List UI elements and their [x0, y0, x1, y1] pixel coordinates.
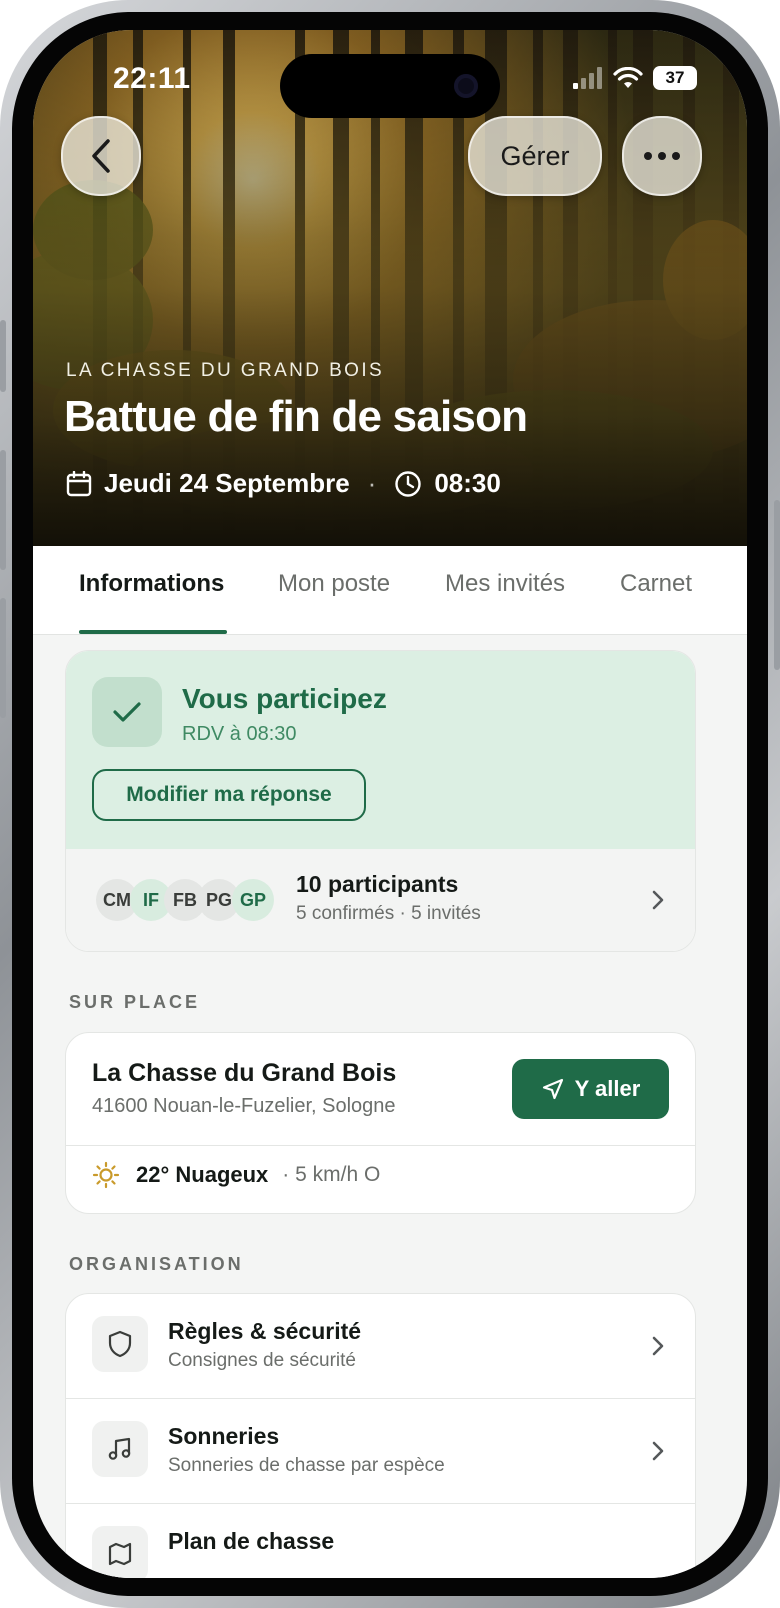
org-icon-box: [92, 1421, 148, 1477]
wifi-icon: [613, 67, 643, 88]
org-item-subtitle: Sonneries de chasse par espèce: [168, 1455, 445, 1476]
tab-mon-poste[interactable]: Mon poste: [278, 570, 390, 598]
avatar: GP: [232, 879, 274, 921]
tab-informations[interactable]: Informations: [79, 570, 224, 598]
navigation-arrow-icon: [542, 1078, 563, 1100]
org-item-regles-securite[interactable]: Règles & sécurité Consignes de sécurité: [66, 1294, 695, 1398]
avatar-stack: CM IF FB PG GP: [96, 879, 276, 921]
battery-indicator: 37: [653, 66, 697, 90]
participation-status: Vous participez RDV à 08:30 Modifier ma …: [66, 651, 695, 849]
chevron-right-icon: [652, 1441, 664, 1461]
tab-mes-invites[interactable]: Mes invités: [445, 570, 565, 598]
manage-button[interactable]: Gérer: [468, 116, 602, 196]
divider: [66, 1145, 695, 1146]
volume-down-button: [0, 598, 6, 718]
status-icons: 37: [573, 66, 697, 90]
org-icon-box: [92, 1316, 148, 1372]
place-name: La Chasse du Grand Bois: [92, 1059, 397, 1087]
shield-icon: [108, 1330, 132, 1358]
status-time: 22:11: [113, 62, 191, 95]
place-address: 41600 Nouan-le-Fuzelier, Sologne: [92, 1095, 396, 1117]
weather-row: 22° Nuageux · 5 km/h O: [92, 1161, 380, 1189]
event-time: 08:30: [434, 468, 501, 498]
volume-up-button: [0, 450, 6, 570]
org-item-title: Sonneries: [168, 1423, 280, 1449]
ellipsis-icon: [644, 152, 680, 160]
check-badge: [92, 677, 162, 747]
event-date: Jeudi 24 Septembre: [104, 468, 350, 498]
dynamic-island: [280, 54, 500, 118]
calendar-icon: [66, 470, 92, 496]
org-item-plan-de-chasse[interactable]: Plan de chasse: [66, 1504, 695, 1578]
org-item-subtitle: Consignes de sécurité: [168, 1350, 356, 1371]
weather-temperature: 22° Nuageux: [136, 1162, 269, 1187]
organisation-card: Règles & sécurité Consignes de sécurité …: [65, 1293, 696, 1578]
modify-response-button[interactable]: Modifier ma réponse: [92, 769, 366, 821]
directions-label: Y aller: [574, 1076, 641, 1101]
place-card: La Chasse du Grand Bois 41600 Nouan-le-F…: [65, 1032, 696, 1214]
chevron-right-icon: [652, 890, 664, 910]
directions-button[interactable]: Y aller: [512, 1059, 669, 1119]
cellular-signal-icon: [573, 67, 602, 89]
org-item-sonneries[interactable]: Sonneries Sonneries de chasse par espèce: [66, 1399, 695, 1503]
participants-detail: 5 confirmés · 5 invités: [296, 903, 481, 924]
tab-bar: Informations Mon poste Mes invités Carne…: [33, 546, 747, 635]
camera-icon: [454, 74, 478, 98]
org-item-title: Règles & sécurité: [168, 1318, 362, 1344]
section-label-sur-place: SUR PLACE: [69, 992, 201, 1012]
event-title: Battue de fin de saison: [64, 392, 528, 441]
music-note-icon: [108, 1437, 131, 1460]
back-button[interactable]: [61, 116, 141, 196]
org-item-title: Plan de chasse: [168, 1528, 335, 1554]
chevron-left-icon: [92, 139, 110, 173]
weather-wind: · 5 km/h O: [282, 1163, 381, 1186]
screen: 22:11 37 Gérer LA CHASSE DU GRAND BOIS B…: [33, 30, 747, 1578]
power-button: [774, 500, 780, 670]
participants-row[interactable]: CM IF FB PG GP 10 participants 5 confirm…: [66, 849, 695, 951]
club-name: LA CHASSE DU GRAND BOIS: [66, 360, 385, 381]
map-icon: [108, 1542, 132, 1566]
chevron-right-icon: [652, 1336, 664, 1356]
more-options-button[interactable]: [622, 116, 702, 196]
participants-count: 10 participants: [296, 871, 459, 897]
checkmark-icon: [113, 702, 141, 722]
section-label-organisation: ORGANISATION: [69, 1254, 244, 1274]
participation-subtitle: RDV à 08:30: [182, 723, 297, 745]
participation-title: Vous participez: [182, 683, 387, 714]
sun-icon: [92, 1161, 120, 1189]
clock-icon: [395, 470, 422, 497]
participation-card: Vous participez RDV à 08:30 Modifier ma …: [65, 650, 696, 952]
active-tab-indicator: [79, 630, 227, 634]
event-meta: Jeudi 24 Septembre · 08:30: [66, 468, 501, 499]
tab-carnet[interactable]: Carnet: [620, 570, 692, 598]
event-hero: 22:11 37 Gérer LA CHASSE DU GRAND BOIS B…: [33, 30, 747, 546]
org-icon-box: [92, 1526, 148, 1578]
action-button: [0, 320, 6, 392]
meta-separator: ·: [367, 468, 377, 498]
